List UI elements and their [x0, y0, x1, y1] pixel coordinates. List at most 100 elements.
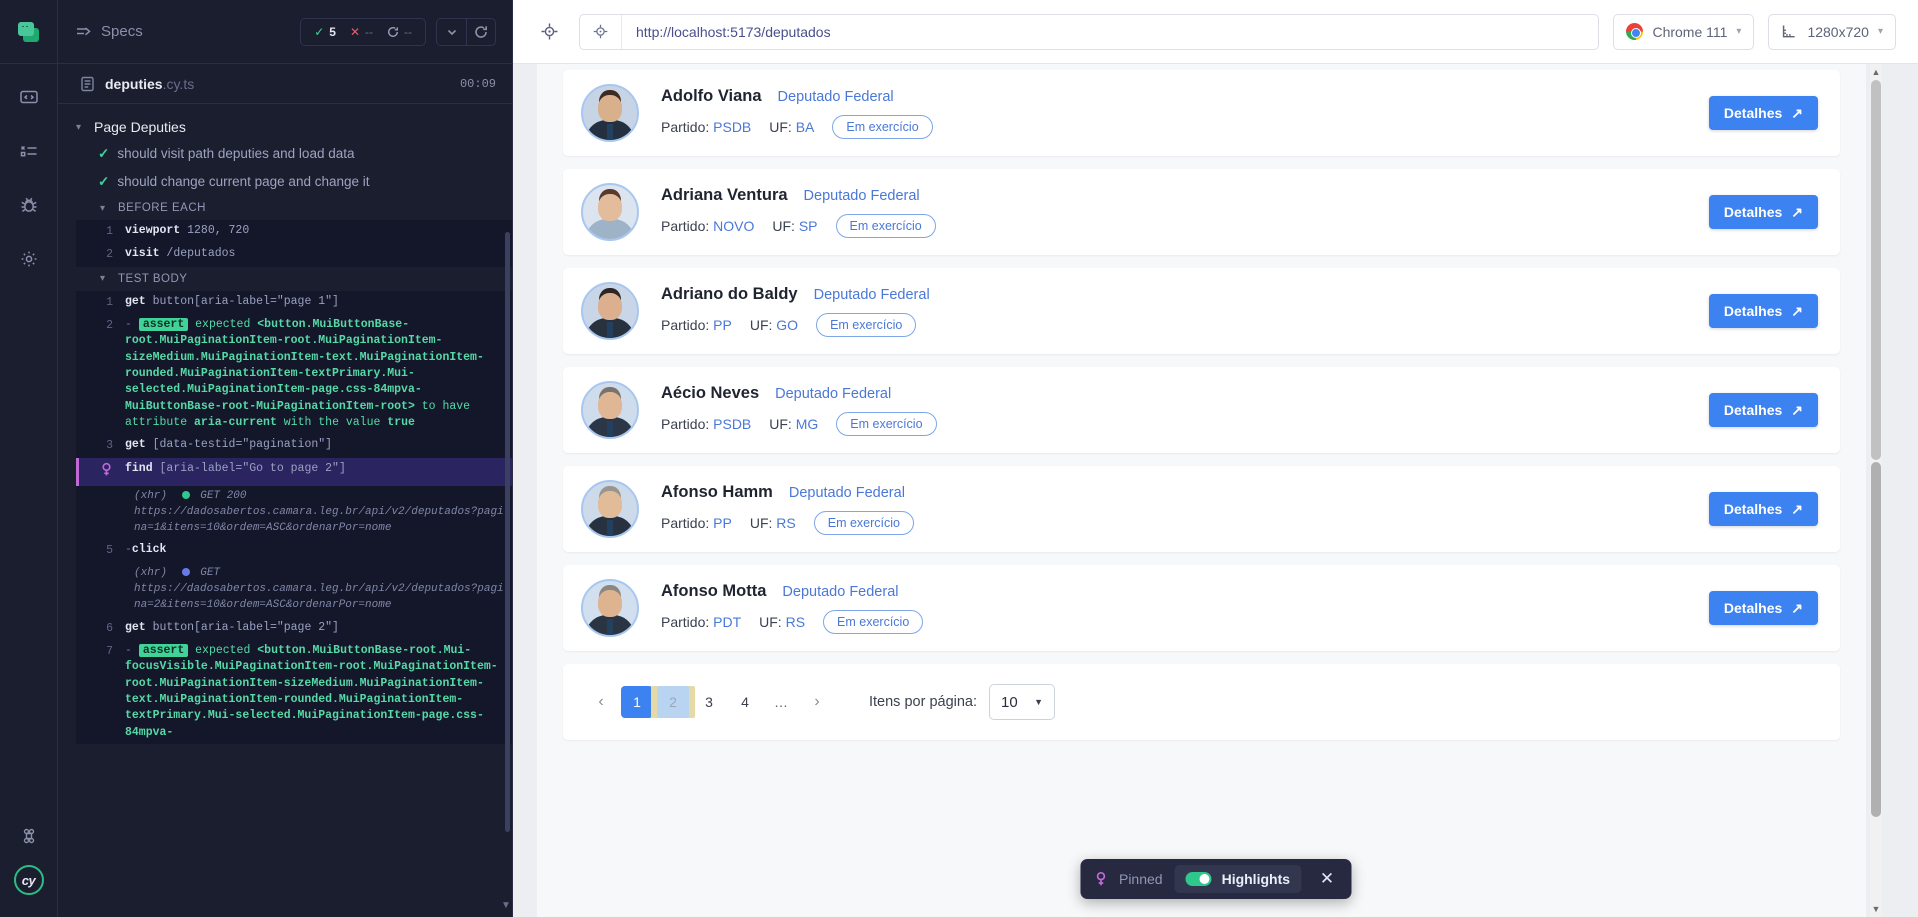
command-number: 2 — [106, 318, 113, 332]
items-per-page-label: Itens por página: — [869, 694, 978, 710]
run-mode-dropdown-button[interactable] — [436, 17, 466, 46]
reporter-scrollbar[interactable] — [505, 232, 510, 832]
xhr-row[interactable]: (xhr) GET https://dadosabertos.camara.le… — [76, 563, 512, 617]
close-toast-button[interactable]: ✕ — [1313, 865, 1341, 893]
spec-file-bar: deputies .cy.ts 00:09 — [58, 64, 512, 104]
party-label: Partido: — [661, 614, 710, 630]
uf-value: BA — [795, 119, 815, 135]
selector-playground-button[interactable] — [533, 16, 565, 48]
aut-panel: http://localhost:5173/deputados Chrome 1… — [513, 0, 1918, 917]
pagination-page-3[interactable]: 3 — [693, 686, 725, 718]
pagination-ellipsis: … — [765, 686, 797, 718]
pagination-next[interactable]: › — [801, 686, 833, 718]
pagination-page-4[interactable]: 4 — [729, 686, 761, 718]
sidebar-item-runs[interactable] — [12, 136, 46, 166]
highlights-toggle[interactable]: Highlights — [1174, 865, 1302, 893]
cross-icon: ✕ — [349, 24, 360, 39]
test-reporter-panel: Specs ✓ 5 ✕ -- -- deputies .cy.ts 00:09 … — [58, 0, 513, 917]
deputies-page: Adolfo Viana Deputado Federal Partido: P… — [537, 64, 1866, 917]
status-badge: Em exercício — [836, 412, 937, 436]
assertion-row[interactable]: 2 - assert expected <button.MuiButtonBas… — [76, 314, 512, 434]
command-row[interactable]: 1 viewport 1280, 720 — [76, 220, 512, 243]
assertion-prefix: expected — [195, 643, 251, 657]
assertion-dash: - — [125, 317, 132, 331]
test-row[interactable]: ✓ should change current page and change … — [76, 168, 512, 196]
avatar — [581, 579, 639, 637]
command-number: 2 — [106, 248, 113, 262]
reporter-header: Specs ✓ 5 ✕ -- -- — [58, 0, 512, 64]
command-row[interactable]: 6 get button[aria-label="page 2"] — [76, 617, 512, 640]
hook-header-before-each[interactable]: ▾ BEFORE EACH — [76, 196, 512, 220]
external-link-icon: ↗ — [1791, 104, 1803, 121]
browser-selector[interactable]: Chrome 111 ▾ — [1613, 13, 1755, 50]
pagination-prev[interactable]: ‹ — [585, 686, 617, 718]
xhr-row[interactable]: (xhr) GET 200 https://dadosabertos.camar… — [76, 486, 512, 540]
hook-header-test-body[interactable]: ▾ TEST BODY — [76, 267, 512, 291]
command-tree[interactable]: ▾ Page Deputies ✓ should visit path depu… — [58, 104, 512, 917]
assert-badge: assert — [138, 317, 189, 331]
sidebar-item-debug[interactable] — [12, 190, 46, 220]
command-row[interactable]: 3 get [data-testid="pagination"] — [76, 434, 512, 457]
command-message: [data-testid="pagination"] — [152, 438, 333, 452]
aut-scrollbar-thumb-upper[interactable] — [1871, 80, 1881, 460]
command-name: get — [125, 620, 146, 634]
code-window-icon — [19, 87, 39, 107]
sidebar-item-specs[interactable] — [12, 82, 46, 112]
specs-back-link[interactable]: Specs — [76, 23, 143, 40]
stat-failed: ✕ -- — [345, 25, 378, 39]
details-button[interactable]: Detalhes ↗ — [1708, 96, 1818, 130]
chevron-right-icon: › — [814, 693, 820, 710]
command-number: 1 — [106, 295, 113, 309]
deputy-party: Partido: PSDB — [661, 416, 751, 432]
command-number: 7 — [106, 644, 113, 658]
specs-label: Specs — [101, 23, 143, 40]
scroll-down-arrow-icon[interactable]: ▼ — [500, 900, 512, 911]
details-button[interactable]: Detalhes ↗ — [1708, 591, 1818, 625]
details-button[interactable]: Detalhes ↗ — [1708, 195, 1818, 229]
browser-toolbar: http://localhost:5173/deputados Chrome 1… — [513, 0, 1918, 64]
cy-avatar[interactable]: cy — [13, 865, 44, 895]
pagination-page-label: 1 — [633, 694, 641, 710]
details-button[interactable]: Detalhes ↗ — [1708, 492, 1818, 526]
command-row[interactable]: 2 visit /deputados — [76, 243, 512, 266]
items-per-page-select[interactable]: 10 ▼ — [989, 684, 1056, 720]
deputy-card: Adriana Ventura Deputado Federal Partido… — [563, 169, 1840, 255]
assertion-row[interactable]: 7 - assert expected <button.MuiButtonBas… — [76, 640, 512, 744]
scroll-down-arrow-icon[interactable]: ▼ — [1870, 901, 1882, 917]
stat-pending-value: -- — [404, 24, 412, 39]
deputy-uf: UF: GO — [750, 317, 798, 333]
check-icon: ✓ — [98, 174, 110, 189]
viewport-selector[interactable]: 1280x720 ▾ — [1768, 13, 1896, 50]
uf-label: UF: — [769, 416, 792, 432]
uf-label: UF: — [749, 515, 773, 531]
stat-passed: ✓ 5 — [309, 25, 341, 39]
suite-title-row[interactable]: ▾ Page Deputies — [76, 114, 512, 140]
command-row[interactable]: 5 -click — [76, 539, 512, 562]
test-stats: ✓ 5 ✕ -- -- — [300, 17, 426, 46]
party-value: NOVO — [713, 218, 755, 234]
command-row[interactable]: 1 get button[aria-label="page 1"] — [76, 291, 512, 314]
command-row-pinned[interactable]: find [aria-label="Go to page 2"] — [76, 457, 512, 486]
command-name: find — [125, 461, 153, 475]
cypress-logo[interactable] — [0, 0, 57, 64]
xhr-label: (xhr) — [134, 489, 168, 502]
party-value: PP — [713, 317, 732, 333]
pagination-page-2[interactable]: 2 — [651, 686, 695, 718]
test-row[interactable]: ✓ should visit path deputies and load da… — [76, 140, 512, 168]
restart-tests-button[interactable] — [466, 17, 496, 46]
external-link-icon: ↗ — [1791, 599, 1803, 616]
party-value: PSDB — [713, 119, 752, 135]
deputy-name: Adriano do Baldy — [661, 285, 798, 303]
scroll-up-arrow-icon[interactable]: ▲ — [1870, 64, 1882, 80]
pagination-page-1[interactable]: 1 — [621, 686, 653, 718]
details-button[interactable]: Detalhes ↗ — [1708, 393, 1818, 427]
details-button[interactable]: Detalhes ↗ — [1708, 294, 1818, 328]
keyboard-shortcuts-button[interactable] — [12, 821, 46, 851]
chevron-left-icon: ‹ — [598, 693, 604, 710]
pending-circle-icon — [387, 26, 399, 38]
aut-scrollbar-thumb-lower[interactable] — [1871, 462, 1881, 817]
deputy-card: Adriano do Baldy Deputado Federal Partid… — [563, 268, 1840, 354]
external-link-icon: ↗ — [1791, 401, 1803, 418]
sidebar-item-settings[interactable] — [12, 244, 46, 274]
url-bar[interactable]: http://localhost:5173/deputados — [579, 13, 1600, 50]
